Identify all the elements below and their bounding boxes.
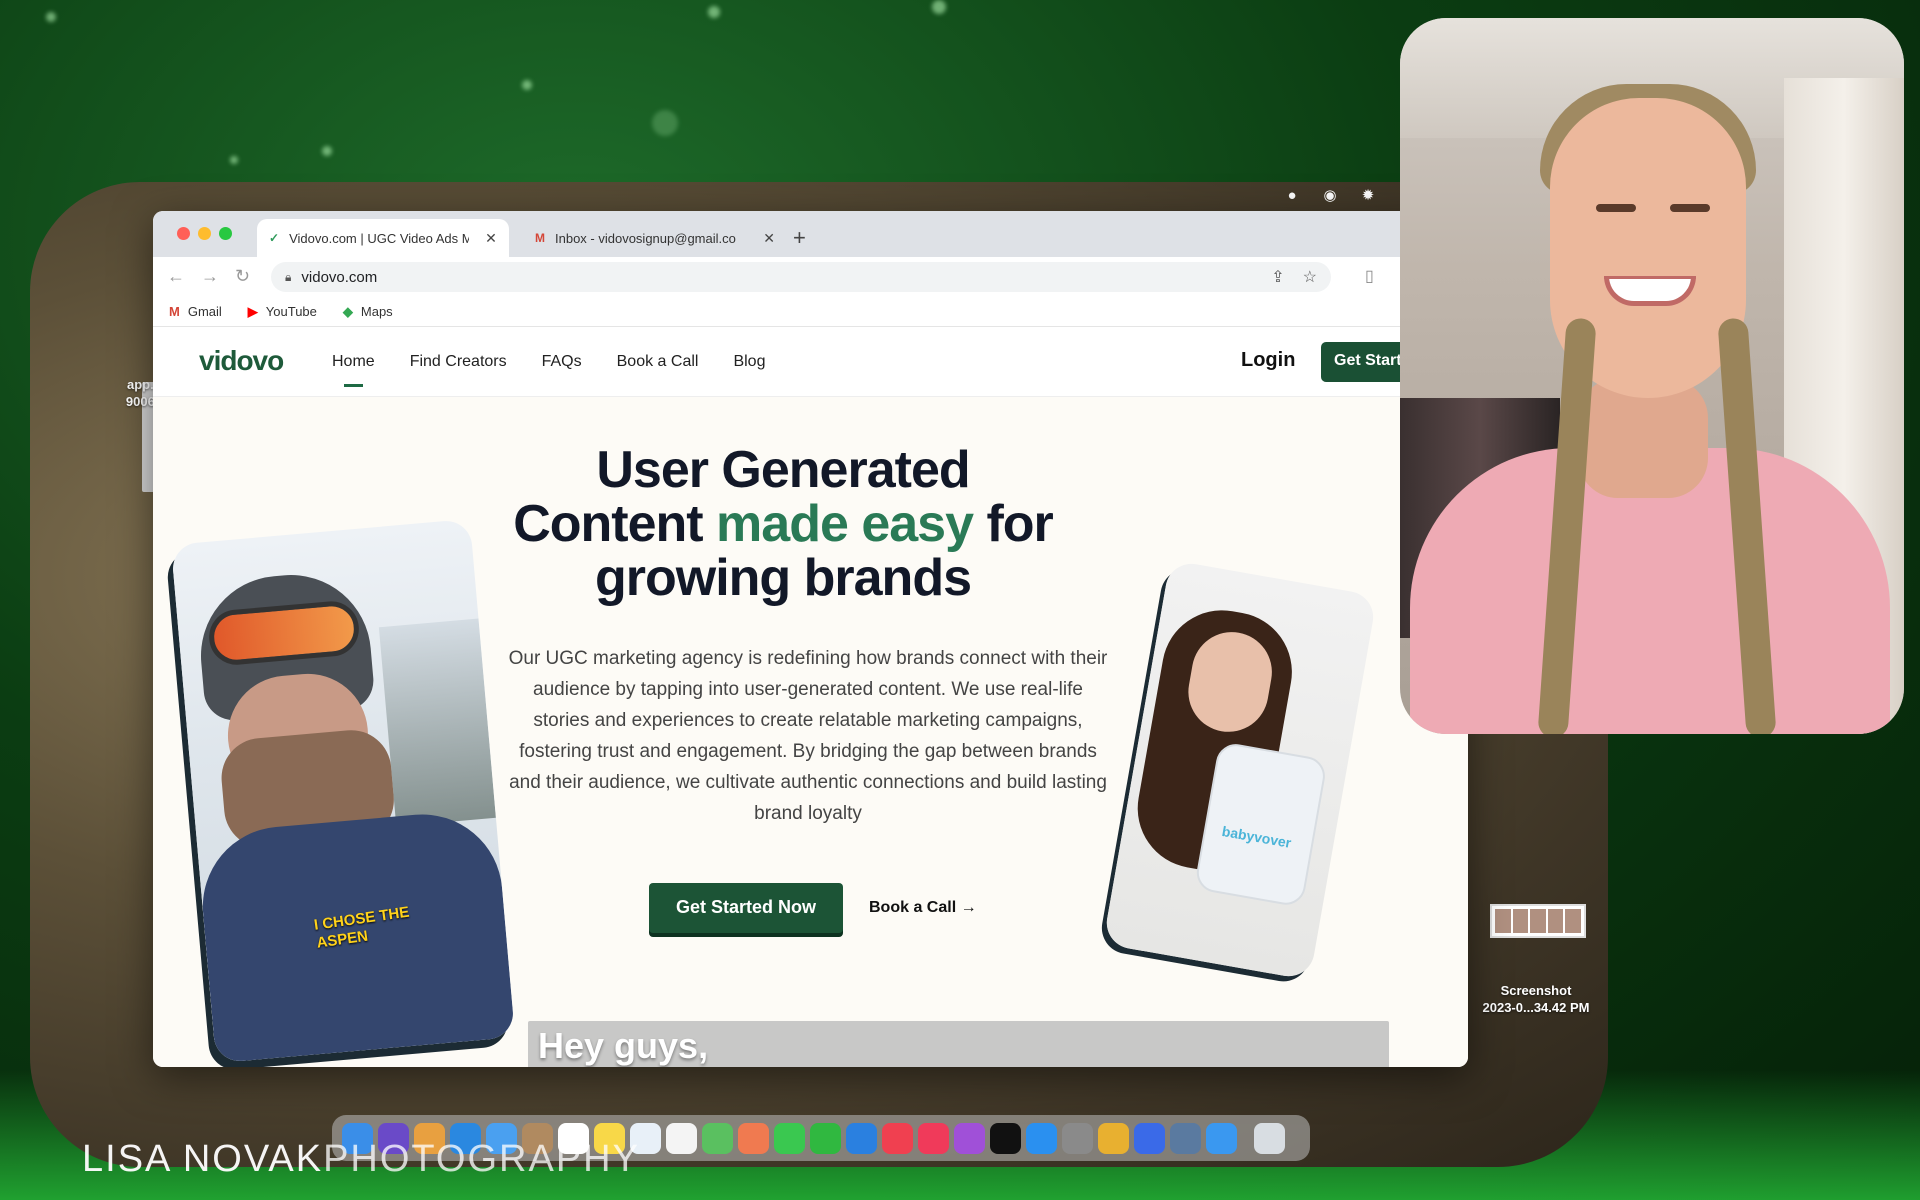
forward-icon[interactable]: → <box>201 266 219 287</box>
record-icon[interactable]: ● <box>1284 187 1300 204</box>
screenshot-file-label: Screenshot 2023-0...34.42 PM <box>1482 983 1590 1015</box>
gmail-icon: M <box>169 304 180 319</box>
chrome-icon[interactable] <box>1098 1122 1129 1154</box>
nav-book-a-call[interactable]: Book a Call <box>617 353 699 371</box>
bokeh-light <box>932 0 946 14</box>
gmail-favicon-icon: M <box>535 231 545 245</box>
nav-blog[interactable]: Blog <box>733 353 765 371</box>
login-link[interactable]: Login <box>1241 349 1295 372</box>
window-controls <box>177 227 232 240</box>
maps-icon: ◆ <box>342 303 353 319</box>
keynote-icon[interactable] <box>846 1122 877 1154</box>
site-header: vidovo Home Find Creators FAQs Book a Ca… <box>153 327 1468 397</box>
bookmark-gmail[interactable]: M Gmail <box>169 304 222 319</box>
get-started-now-button[interactable]: Get Started Now <box>649 883 843 933</box>
safari-icon[interactable] <box>1206 1122 1237 1154</box>
system-settings-icon[interactable] <box>1062 1122 1093 1154</box>
lock-icon: 🔒︎ <box>285 269 292 284</box>
nav-faqs[interactable]: FAQs <box>542 353 582 371</box>
quicktime-icon[interactable] <box>1170 1122 1201 1154</box>
address-bar[interactable]: 🔒︎ vidovo.com ⇪ ☆ <box>271 262 1331 292</box>
facetime-icon[interactable] <box>810 1122 841 1154</box>
new-tab-button[interactable]: + <box>793 225 806 251</box>
bookmarks-bar: M Gmail ▶ YouTube ◆ Maps <box>153 297 1468 327</box>
trash-icon[interactable] <box>1254 1122 1285 1154</box>
screen-icon[interactable]: ◉ <box>1322 186 1338 204</box>
browser-toolbar: ← → ↻ 🔒︎ vidovo.com ⇪ ☆ ▯ <box>153 257 1468 297</box>
messages-icon[interactable] <box>774 1122 805 1154</box>
screenshot-file-icon[interactable] <box>1490 904 1586 938</box>
url-text: vidovo.com <box>301 268 378 286</box>
close-tab-icon[interactable]: ✕ <box>485 230 497 247</box>
bokeh-light <box>522 80 532 90</box>
bookmark-youtube[interactable]: ▶ YouTube <box>248 304 317 320</box>
ugc-video-card-right: babyvover <box>1102 559 1378 981</box>
hero-title: User Generated Content made easy for gro… <box>513 441 1054 607</box>
bokeh-light <box>322 146 332 156</box>
address-bar-actions: ⇪ ☆ <box>1271 267 1317 287</box>
tab-bar: ✓ Vidovo.com | UGC Video Ads M ✕ M Inbox… <box>153 211 1468 257</box>
back-icon[interactable]: ← <box>167 266 185 287</box>
canva-icon[interactable] <box>1134 1122 1165 1154</box>
bokeh-light <box>708 6 720 18</box>
book-a-call-link[interactable]: Book a Call → <box>869 899 977 917</box>
tab-vidovo[interactable]: ✓ Vidovo.com | UGC Video Ads M ✕ <box>257 219 509 257</box>
video-subtitle: Hey guys, <box>538 1025 709 1066</box>
youtube-icon: ▶ <box>247 303 258 319</box>
gear-icon[interactable]: ✹ <box>1360 186 1376 204</box>
music-icon[interactable] <box>918 1122 949 1154</box>
close-tab-icon[interactable]: ✕ <box>763 230 775 247</box>
nav-home[interactable]: Home <box>332 353 375 387</box>
minimize-window-button[interactable] <box>198 227 211 240</box>
photos-icon[interactable] <box>738 1122 769 1154</box>
hero-description: Our UGC marketing agency is redefining h… <box>508 648 1108 824</box>
maximize-window-button[interactable] <box>219 227 232 240</box>
ugc-video-card-left: I CHOSE THE ASPEN <box>170 518 516 1064</box>
tv-icon[interactable] <box>990 1122 1021 1154</box>
share-icon[interactable]: ⇪ <box>1271 267 1284 287</box>
site-nav: Home Find Creators FAQs Book a Call Blog <box>332 353 765 387</box>
nav-find-creators[interactable]: Find Creators <box>410 353 507 371</box>
news-icon[interactable] <box>882 1122 913 1154</box>
bookmark-star-icon[interactable]: ☆ <box>1303 267 1317 287</box>
website-content: vidovo Home Find Creators FAQs Book a Ca… <box>153 327 1468 1067</box>
maps-icon[interactable] <box>702 1122 733 1154</box>
podcasts-icon[interactable] <box>954 1122 985 1154</box>
bokeh-light <box>46 12 56 22</box>
reload-icon[interactable]: ↻ <box>235 266 250 287</box>
webcam-overlay <box>1400 18 1904 734</box>
side-panel-icon[interactable]: ▯ <box>1365 266 1374 286</box>
vidovo-favicon-icon: ✓ <box>269 231 280 245</box>
browser-window: ✓ Vidovo.com | UGC Video Ads M ✕ M Inbox… <box>153 211 1468 1067</box>
bokeh-light <box>652 110 678 136</box>
app-store-icon[interactable] <box>1026 1122 1057 1154</box>
tab-gmail-inbox[interactable]: M Inbox - vidovosignup@gmail.co ✕ <box>523 219 787 257</box>
vidovo-logo[interactable]: vidovo <box>199 345 284 377</box>
photographer-watermark: LISA NOVAKPHOTOGRAPHY <box>82 1138 640 1180</box>
reminders-icon[interactable] <box>666 1122 697 1154</box>
close-window-button[interactable] <box>177 227 190 240</box>
bokeh-light <box>230 156 238 164</box>
bookmark-maps[interactable]: ◆ Maps <box>343 304 393 320</box>
